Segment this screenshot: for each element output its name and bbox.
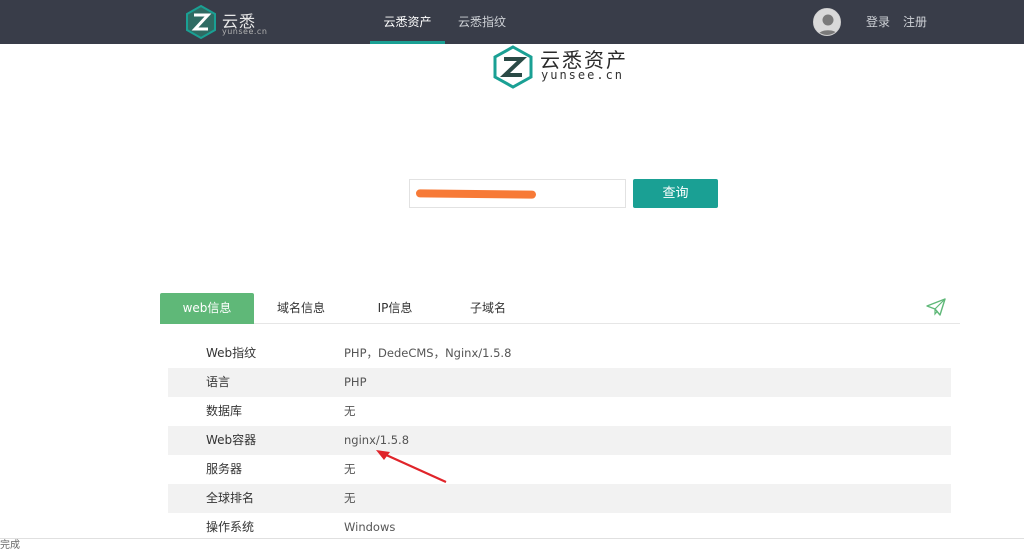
row-label: Web容器 bbox=[206, 433, 257, 447]
table-row: Web指纹 PHP，DedeCMS，Nginx/1.5.8 bbox=[168, 339, 951, 368]
top-navbar: 云悉 yunsee.cn 云悉资产 云悉指纹 登录 注册 bbox=[0, 0, 1024, 44]
send-icon[interactable] bbox=[926, 297, 946, 317]
status-bar-text: 完成 bbox=[0, 540, 20, 551]
web-info-table: Web指纹 PHP，DedeCMS，Nginx/1.5.8 语言 PHP 数据库… bbox=[168, 339, 951, 542]
row-label: 全球排名 bbox=[206, 491, 255, 505]
main-logo-text-en: yunsee.cn bbox=[541, 68, 625, 82]
row-label: 服务器 bbox=[206, 462, 243, 476]
query-button[interactable]: 查询 bbox=[633, 179, 718, 208]
redaction-mark bbox=[415, 189, 537, 199]
nav-tab-fingerprint[interactable]: 云悉指纹 bbox=[450, 0, 514, 44]
row-value: PHP，DedeCMS，Nginx/1.5.8 bbox=[344, 346, 512, 360]
brand-logo-icon bbox=[186, 4, 216, 40]
login-link[interactable]: 登录 bbox=[866, 0, 890, 44]
row-value: PHP bbox=[344, 375, 367, 389]
user-avatar-icon bbox=[814, 9, 840, 35]
tab-ip-info[interactable]: IP信息 bbox=[356, 293, 434, 324]
table-row: 服务器 无 bbox=[168, 455, 951, 484]
tab-domain-info[interactable]: 域名信息 bbox=[260, 293, 342, 324]
annotation-arrow bbox=[376, 450, 447, 484]
table-row: 全球排名 无 bbox=[168, 484, 951, 513]
row-label: 语言 bbox=[206, 375, 231, 389]
user-avatar[interactable] bbox=[813, 8, 841, 36]
row-value: 无 bbox=[344, 462, 356, 476]
status-divider bbox=[0, 538, 1024, 539]
brand-logo[interactable]: 云悉 yunsee.cn bbox=[184, 4, 274, 40]
row-value: 无 bbox=[344, 404, 356, 418]
tab-subdomain[interactable]: 子域名 bbox=[448, 293, 528, 324]
table-row: 语言 PHP bbox=[168, 368, 951, 397]
row-label: Web指纹 bbox=[206, 346, 257, 360]
brand-name-en: yunsee.cn bbox=[222, 27, 268, 36]
search-input[interactable] bbox=[409, 179, 626, 208]
tab-web-info[interactable]: web信息 bbox=[160, 293, 254, 324]
table-row: 数据库 无 bbox=[168, 397, 951, 426]
main-logo-icon bbox=[493, 45, 533, 89]
table-row: Web容器 nginx/1.5.8 bbox=[168, 426, 951, 455]
row-value: 无 bbox=[344, 491, 356, 505]
main-logo: 云悉资产 yunsee.cn bbox=[490, 44, 640, 90]
info-tabs: web信息 域名信息 IP信息 子域名 bbox=[160, 293, 960, 324]
nav-tab-assets[interactable]: 云悉资产 bbox=[370, 0, 445, 44]
row-label: 数据库 bbox=[206, 404, 243, 418]
register-link[interactable]: 注册 bbox=[903, 0, 927, 44]
